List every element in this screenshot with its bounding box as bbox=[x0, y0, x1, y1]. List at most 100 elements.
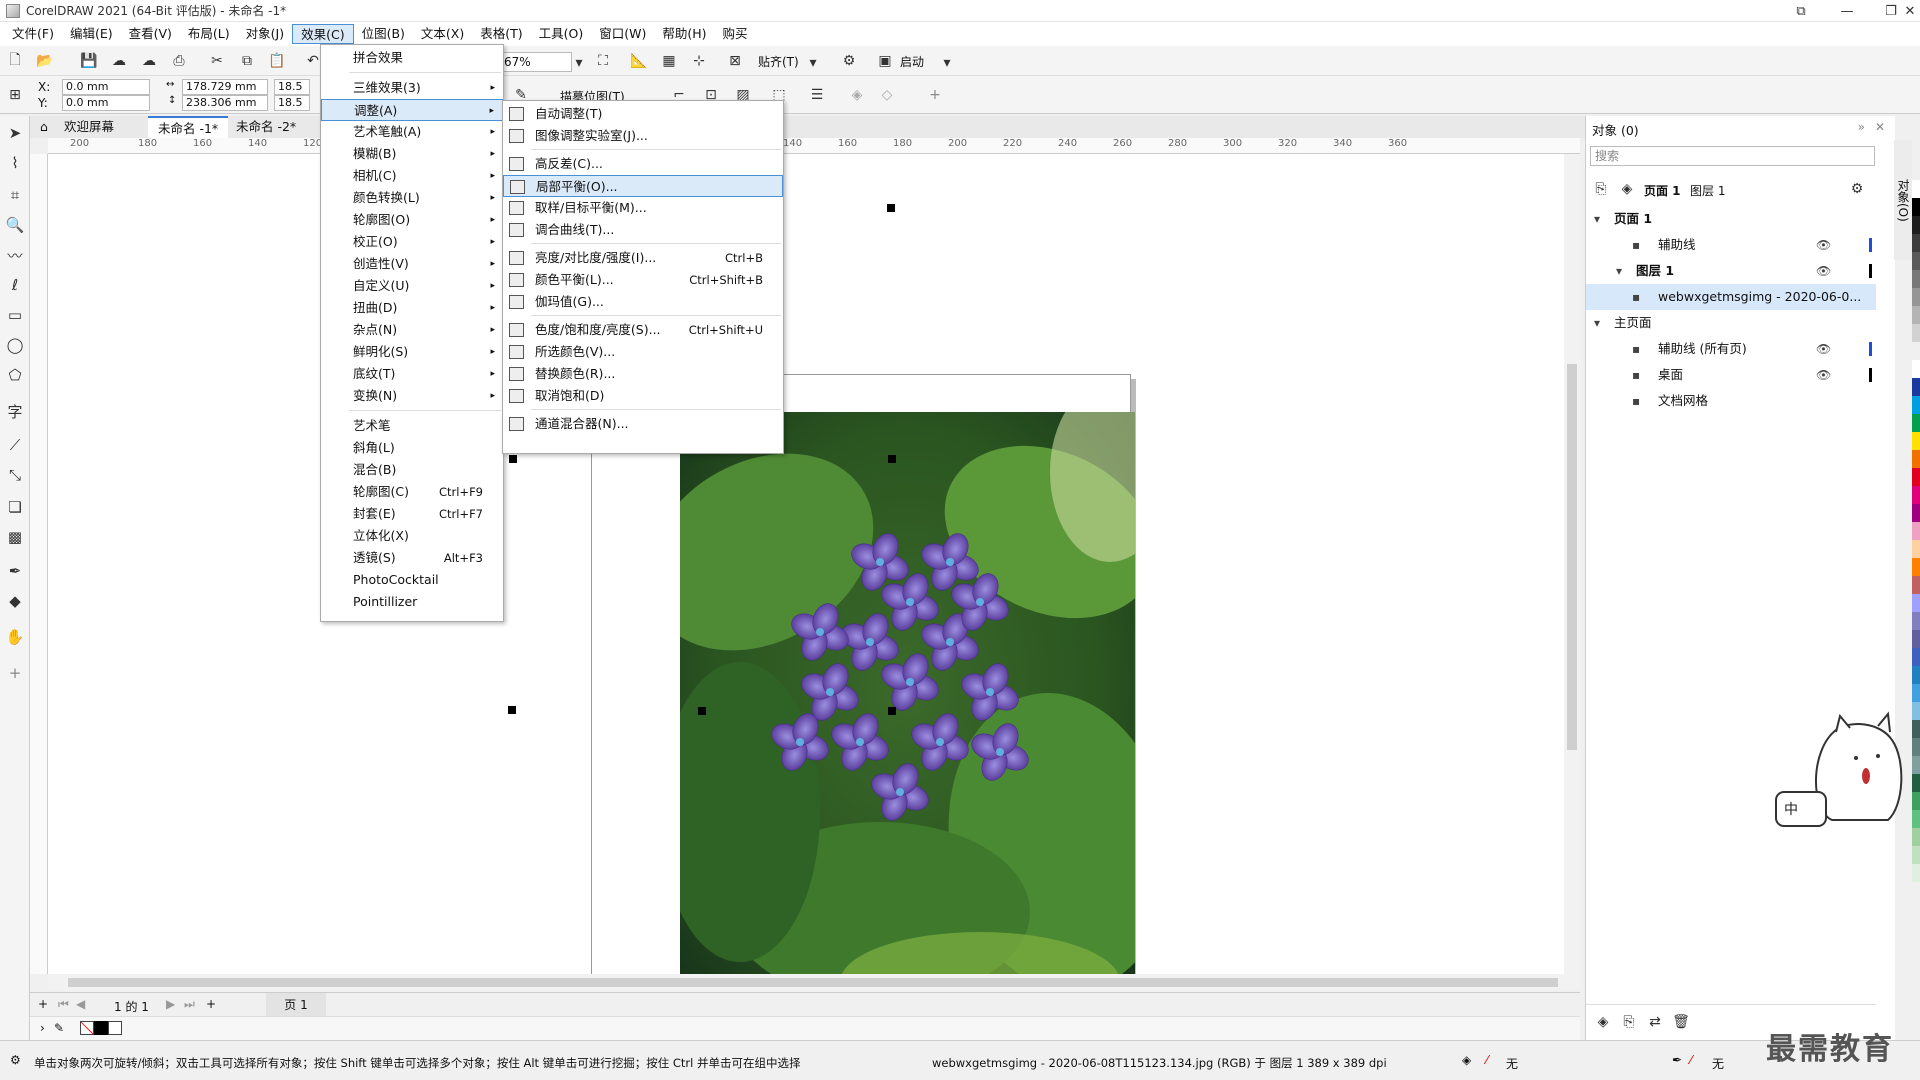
selection-handle-bottom[interactable] bbox=[698, 707, 706, 715]
menu-12[interactable]: 购买 bbox=[715, 24, 756, 44]
horizontal-ruler[interactable]: 2001801601401208010012014016018020022024… bbox=[48, 138, 1580, 154]
adjust-menu-item[interactable]: 通道混合器(N)... bbox=[503, 413, 783, 435]
snap-dropdown-icon[interactable]: ▾ bbox=[806, 52, 820, 74]
new-document-icon[interactable]: 🗋 bbox=[4, 50, 26, 72]
expand-chevron-icon[interactable]: ▾ bbox=[1616, 258, 1622, 284]
effects-menu-item[interactable]: 轮廓图(C) Ctrl+F9 bbox=[321, 481, 503, 503]
horizontal-scrollbar[interactable] bbox=[48, 974, 1580, 990]
palette-swatch[interactable] bbox=[1912, 360, 1920, 378]
print-icon[interactable]: ⎙ bbox=[168, 50, 190, 72]
effects-menu-item[interactable]: 底纹(T) ▸ bbox=[321, 363, 503, 385]
effects-menu-item[interactable]: 混合(B) bbox=[321, 459, 503, 481]
tab-untitled-1[interactable]: 未命名 -1* bbox=[148, 116, 229, 138]
last-page-icon[interactable]: ⏭ bbox=[184, 997, 195, 1012]
horizontal-scroll-thumb[interactable] bbox=[68, 978, 1558, 987]
show-rulers-icon[interactable]: 📐 bbox=[628, 50, 650, 72]
hydrangea-bitmap[interactable] bbox=[680, 412, 1135, 974]
palette-swatch[interactable] bbox=[1912, 558, 1920, 576]
height-field[interactable]: 238.306 mm bbox=[182, 95, 268, 111]
tab-untitled-2[interactable]: 未命名 -2* bbox=[226, 116, 306, 138]
artistic-media-icon[interactable]: ℓ bbox=[4, 274, 26, 296]
tab-welcome[interactable]: 欢迎屏幕 bbox=[54, 116, 124, 138]
docker-search-input[interactable]: 搜索 bbox=[1590, 146, 1875, 166]
object-tree-row[interactable]: ▾ 页面 1 bbox=[1586, 206, 1876, 232]
effects-menu-item[interactable]: Pointillizer bbox=[321, 591, 503, 613]
palette-swatch[interactable] bbox=[1912, 180, 1920, 198]
palette-swatch[interactable] bbox=[1912, 198, 1920, 216]
vertical-ruler[interactable] bbox=[30, 154, 48, 974]
palette-swatch[interactable] bbox=[1912, 414, 1920, 432]
to-back-icon[interactable]: ◇ bbox=[876, 84, 898, 106]
adjust-menu-item[interactable]: 取消饱和(D) bbox=[503, 385, 783, 407]
status-gear-icon[interactable]: ⚙ bbox=[10, 1053, 21, 1067]
palette-swatch[interactable] bbox=[1912, 576, 1920, 594]
docker-settings-icon[interactable]: ⚙ bbox=[1846, 178, 1868, 200]
palette-swatch[interactable] bbox=[1912, 252, 1920, 270]
adjust-menu-item[interactable]: 局部平衡(O)... bbox=[503, 175, 783, 197]
effects-menu-item[interactable]: 斜角(L) bbox=[321, 437, 503, 459]
palette-swatch[interactable] bbox=[1912, 756, 1920, 774]
width-field[interactable]: 178.729 mm bbox=[182, 79, 268, 95]
fill-indicator-icon[interactable]: ◈ bbox=[1462, 1053, 1471, 1067]
options-gear-icon[interactable]: ⚙ bbox=[838, 50, 860, 72]
swatch-none[interactable] bbox=[80, 1021, 94, 1035]
visibility-eye-icon[interactable]: 👁 bbox=[1816, 232, 1831, 258]
palette-swatch[interactable] bbox=[1912, 828, 1920, 846]
palette-swatch[interactable] bbox=[1912, 594, 1920, 612]
menu-11[interactable]: 帮助(H) bbox=[654, 24, 714, 44]
effects-menu-item[interactable]: 透镜(S) Alt+F3 bbox=[321, 547, 503, 569]
prev-page-icon[interactable]: ◀ bbox=[76, 997, 85, 1011]
add-icon[interactable]: + bbox=[924, 84, 946, 106]
palette-swatch[interactable] bbox=[1912, 234, 1920, 252]
y-position-field[interactable]: 0.0 mm bbox=[62, 95, 150, 111]
zoom-dropdown-icon[interactable]: ▾ bbox=[572, 52, 586, 74]
snap-off-icon[interactable]: ⊠ bbox=[724, 50, 746, 72]
selection-handle-bottom-left[interactable] bbox=[508, 706, 516, 714]
palette-expand-icon[interactable]: › bbox=[40, 1021, 45, 1035]
vertical-scrollbar[interactable] bbox=[1564, 154, 1580, 974]
effects-menu-item[interactable]: 轮廓图(O) ▸ bbox=[321, 209, 503, 231]
new-layer-icon[interactable]: ◈ bbox=[1592, 1011, 1614, 1033]
menu-1[interactable]: 编辑(E) bbox=[62, 24, 121, 44]
adjust-menu-item[interactable]: 色度/饱和度/亮度(S)... Ctrl+Shift+U bbox=[503, 319, 783, 341]
outline-pen-icon[interactable]: ✒ bbox=[1672, 1053, 1682, 1067]
palette-swatch[interactable] bbox=[1912, 846, 1920, 864]
effects-menu-item[interactable]: 扭曲(D) ▸ bbox=[321, 297, 503, 319]
adjust-menu-item[interactable]: 亮度/对比度/强度(I)... Ctrl+B bbox=[503, 247, 783, 269]
layers-icon[interactable]: ◈ bbox=[1616, 178, 1638, 200]
palette-swatch[interactable] bbox=[1912, 504, 1920, 522]
add-page-after-icon[interactable]: + bbox=[206, 997, 216, 1011]
object-tree-row[interactable]: ▾ 图层 1 👁 bbox=[1586, 258, 1876, 284]
eyedropper-tool-icon[interactable]: ✒ bbox=[4, 560, 26, 582]
effects-menu-item[interactable]: 封套(E) Ctrl+F7 bbox=[321, 503, 503, 525]
swatch-black[interactable] bbox=[94, 1021, 108, 1035]
adjust-menu-item[interactable]: 取样/目标平衡(M)... bbox=[503, 197, 783, 219]
expand-chevron-icon[interactable]: ▾ bbox=[1594, 310, 1600, 336]
selection-handle-top-right[interactable] bbox=[887, 204, 895, 212]
menu-9[interactable]: 工具(O) bbox=[531, 24, 592, 44]
text-wrap-icon[interactable]: ☰ bbox=[806, 84, 828, 106]
visibility-eye-icon[interactable]: 👁 bbox=[1816, 336, 1831, 362]
ellipse-tool-icon[interactable]: ◯ bbox=[4, 334, 26, 356]
object-tree-row[interactable]: ▪ webwxgetmsgimg - 2020-06-0... bbox=[1586, 284, 1876, 310]
adjust-menu-item[interactable]: 所选颜色(V)... bbox=[503, 341, 783, 363]
effects-menu-item[interactable]: 调整(A) ▸ bbox=[321, 99, 503, 121]
smart-fill-icon[interactable]: ✋ bbox=[4, 626, 26, 648]
zoom-tool-icon[interactable]: 🔍 bbox=[4, 214, 26, 236]
pick-tool-icon[interactable]: ➤ bbox=[4, 122, 26, 144]
palette-swatch[interactable] bbox=[1912, 720, 1920, 738]
freehand-tool-icon[interactable]: 〰 bbox=[4, 244, 26, 266]
launch-icon[interactable]: ▣ bbox=[874, 50, 896, 72]
palette-swatch[interactable] bbox=[1912, 684, 1920, 702]
palette-swatch[interactable] bbox=[1912, 432, 1920, 450]
visibility-eye-icon[interactable]: 👁 bbox=[1816, 258, 1831, 284]
palette-swatch[interactable] bbox=[1912, 612, 1920, 630]
visibility-eye-icon[interactable]: 👁 bbox=[1816, 362, 1831, 388]
show-grid-icon[interactable]: ▦ bbox=[658, 50, 680, 72]
menu-8[interactable]: 表格(T) bbox=[472, 24, 530, 44]
copy-icon[interactable]: ⧉ bbox=[236, 50, 258, 72]
launch-label[interactable]: 启动 bbox=[900, 53, 924, 70]
menu-4[interactable]: 对象(J) bbox=[238, 24, 292, 44]
adjust-menu-item[interactable]: 调合曲线(T)... bbox=[503, 219, 783, 241]
full-screen-icon[interactable]: ⛶ bbox=[592, 50, 614, 72]
